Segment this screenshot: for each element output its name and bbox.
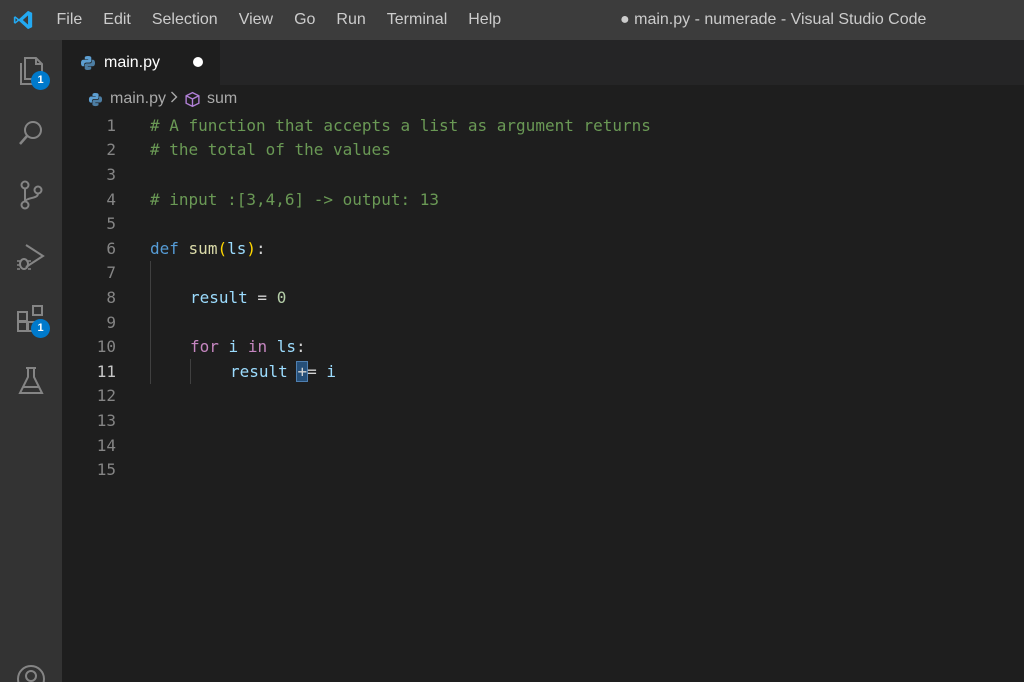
keyword-token: for (190, 337, 219, 357)
line-number: 9 (106, 312, 116, 332)
code-text: # A function that accepts a list as argu… (150, 115, 651, 135)
code-text: result += i (230, 360, 336, 382)
vscode-logo-icon (0, 0, 46, 40)
menu-terminal[interactable]: Terminal (376, 0, 457, 40)
variable-token: i (228, 337, 239, 357)
line-number: 12 (96, 386, 116, 406)
search-icon (19, 121, 42, 145)
code-text: # input :[3,4,6] -> output: 13 (150, 189, 439, 209)
title-bar: File Edit Selection View Go Run Terminal… (0, 0, 1024, 40)
source-control-icon (20, 180, 43, 210)
text-cursor: + (296, 360, 309, 382)
colon-token: : (296, 337, 306, 357)
line-number: 8 (106, 287, 116, 307)
operator-token: = (307, 361, 327, 381)
extensions-button[interactable]: 1 (0, 288, 62, 350)
code-line: 1 # A function that accepts a list as ar… (62, 113, 1024, 138)
tab-main-py[interactable]: main.py (62, 40, 220, 85)
flask-icon (18, 367, 44, 394)
code-line: 2 # the total of the values (62, 138, 1024, 163)
menu-help[interactable]: Help (458, 0, 512, 40)
code-text: # the total of the values (150, 140, 391, 160)
code-line: 8 result = 0 (62, 285, 1024, 310)
account-icon (17, 665, 45, 682)
code-line: 15 (62, 457, 1024, 482)
line-number: 7 (106, 263, 116, 283)
line-number: 4 (106, 189, 116, 209)
menu-edit[interactable]: Edit (93, 0, 142, 40)
line-number: 6 (106, 238, 116, 258)
chevron-right-icon (170, 90, 178, 108)
code-editor[interactable]: 1 # A function that accepts a list as ar… (62, 113, 1024, 682)
account-button[interactable] (0, 648, 62, 682)
code-line: 10 for i in ls: (62, 334, 1024, 359)
explorer-button[interactable]: 1 (0, 40, 62, 102)
number-token: 0 (276, 287, 287, 307)
line-number: 15 (96, 460, 116, 480)
code-line-active: 11 result += i (62, 359, 1024, 384)
activity-bar: 1 1 (0, 40, 62, 682)
unsaved-indicator-icon[interactable] (193, 57, 203, 67)
code-line: 7 (62, 261, 1024, 286)
line-number: 5 (106, 214, 116, 234)
paren-token: ) (246, 238, 256, 258)
operator-token: = (247, 287, 277, 307)
search-button[interactable] (0, 102, 62, 164)
variable-token: ls (276, 337, 296, 357)
function-cube-icon (185, 91, 200, 107)
code-line: 4 # input :[3,4,6] -> output: 13 (62, 187, 1024, 212)
colon-token: : (256, 238, 266, 258)
breadcrumb-symbol-label: sum (207, 90, 238, 107)
window-title: ● main.py - numerade - Visual Studio Cod… (620, 11, 927, 28)
line-number: 2 (106, 140, 116, 160)
code-text: for i in ls: (190, 337, 306, 356)
menu-view[interactable]: View (228, 0, 283, 40)
code-line: 13 (62, 408, 1024, 433)
run-debug-button[interactable] (0, 226, 62, 288)
code-line: 5 (62, 211, 1024, 236)
keyword-token: in (247, 337, 268, 357)
menu-bar: File Edit Selection View Go Run Terminal… (46, 0, 512, 40)
line-number: 14 (96, 435, 116, 455)
tab-label: main.py (104, 53, 161, 71)
code-line: 12 (62, 384, 1024, 409)
python-file-icon (88, 92, 103, 106)
code-text: result = 0 (190, 288, 286, 307)
line-number: 13 (96, 410, 116, 430)
editor-tab-bar: main.py (62, 40, 1024, 85)
variable-token: i (326, 361, 336, 381)
line-number: 1 (106, 115, 116, 135)
menu-file[interactable]: File (46, 0, 93, 40)
line-number: 3 (106, 164, 116, 184)
keyword-token: def (150, 238, 179, 258)
breadcrumb-file[interactable]: main.py (88, 90, 166, 108)
variable-token: result (190, 287, 248, 307)
run-debug-icon (17, 244, 45, 270)
line-number: 10 (96, 337, 116, 357)
breadcrumb-symbol[interactable]: sum (184, 90, 237, 108)
testing-button[interactable] (0, 350, 62, 412)
breadcrumb: main.py sum (62, 85, 1024, 113)
breadcrumb-file-label: main.py (110, 90, 167, 107)
menu-selection[interactable]: Selection (141, 0, 228, 40)
function-name-token: sum (188, 238, 218, 258)
code-line: 14 (62, 433, 1024, 458)
menu-go[interactable]: Go (284, 0, 326, 40)
explorer-badge: 1 (31, 71, 50, 90)
code-line: 6 def sum(ls): (62, 236, 1024, 261)
extensions-badge: 1 (31, 319, 50, 338)
menu-run[interactable]: Run (326, 0, 376, 40)
source-control-button[interactable] (0, 164, 62, 226)
code-line: 3 (62, 162, 1024, 187)
python-file-icon (81, 55, 95, 70)
code-line: 9 (62, 310, 1024, 335)
variable-token: result (230, 361, 288, 381)
line-number: 11 (96, 361, 116, 381)
code-text: def sum(ls): (150, 239, 266, 258)
parameter-token: ls (227, 238, 247, 258)
paren-token: ( (217, 238, 228, 258)
